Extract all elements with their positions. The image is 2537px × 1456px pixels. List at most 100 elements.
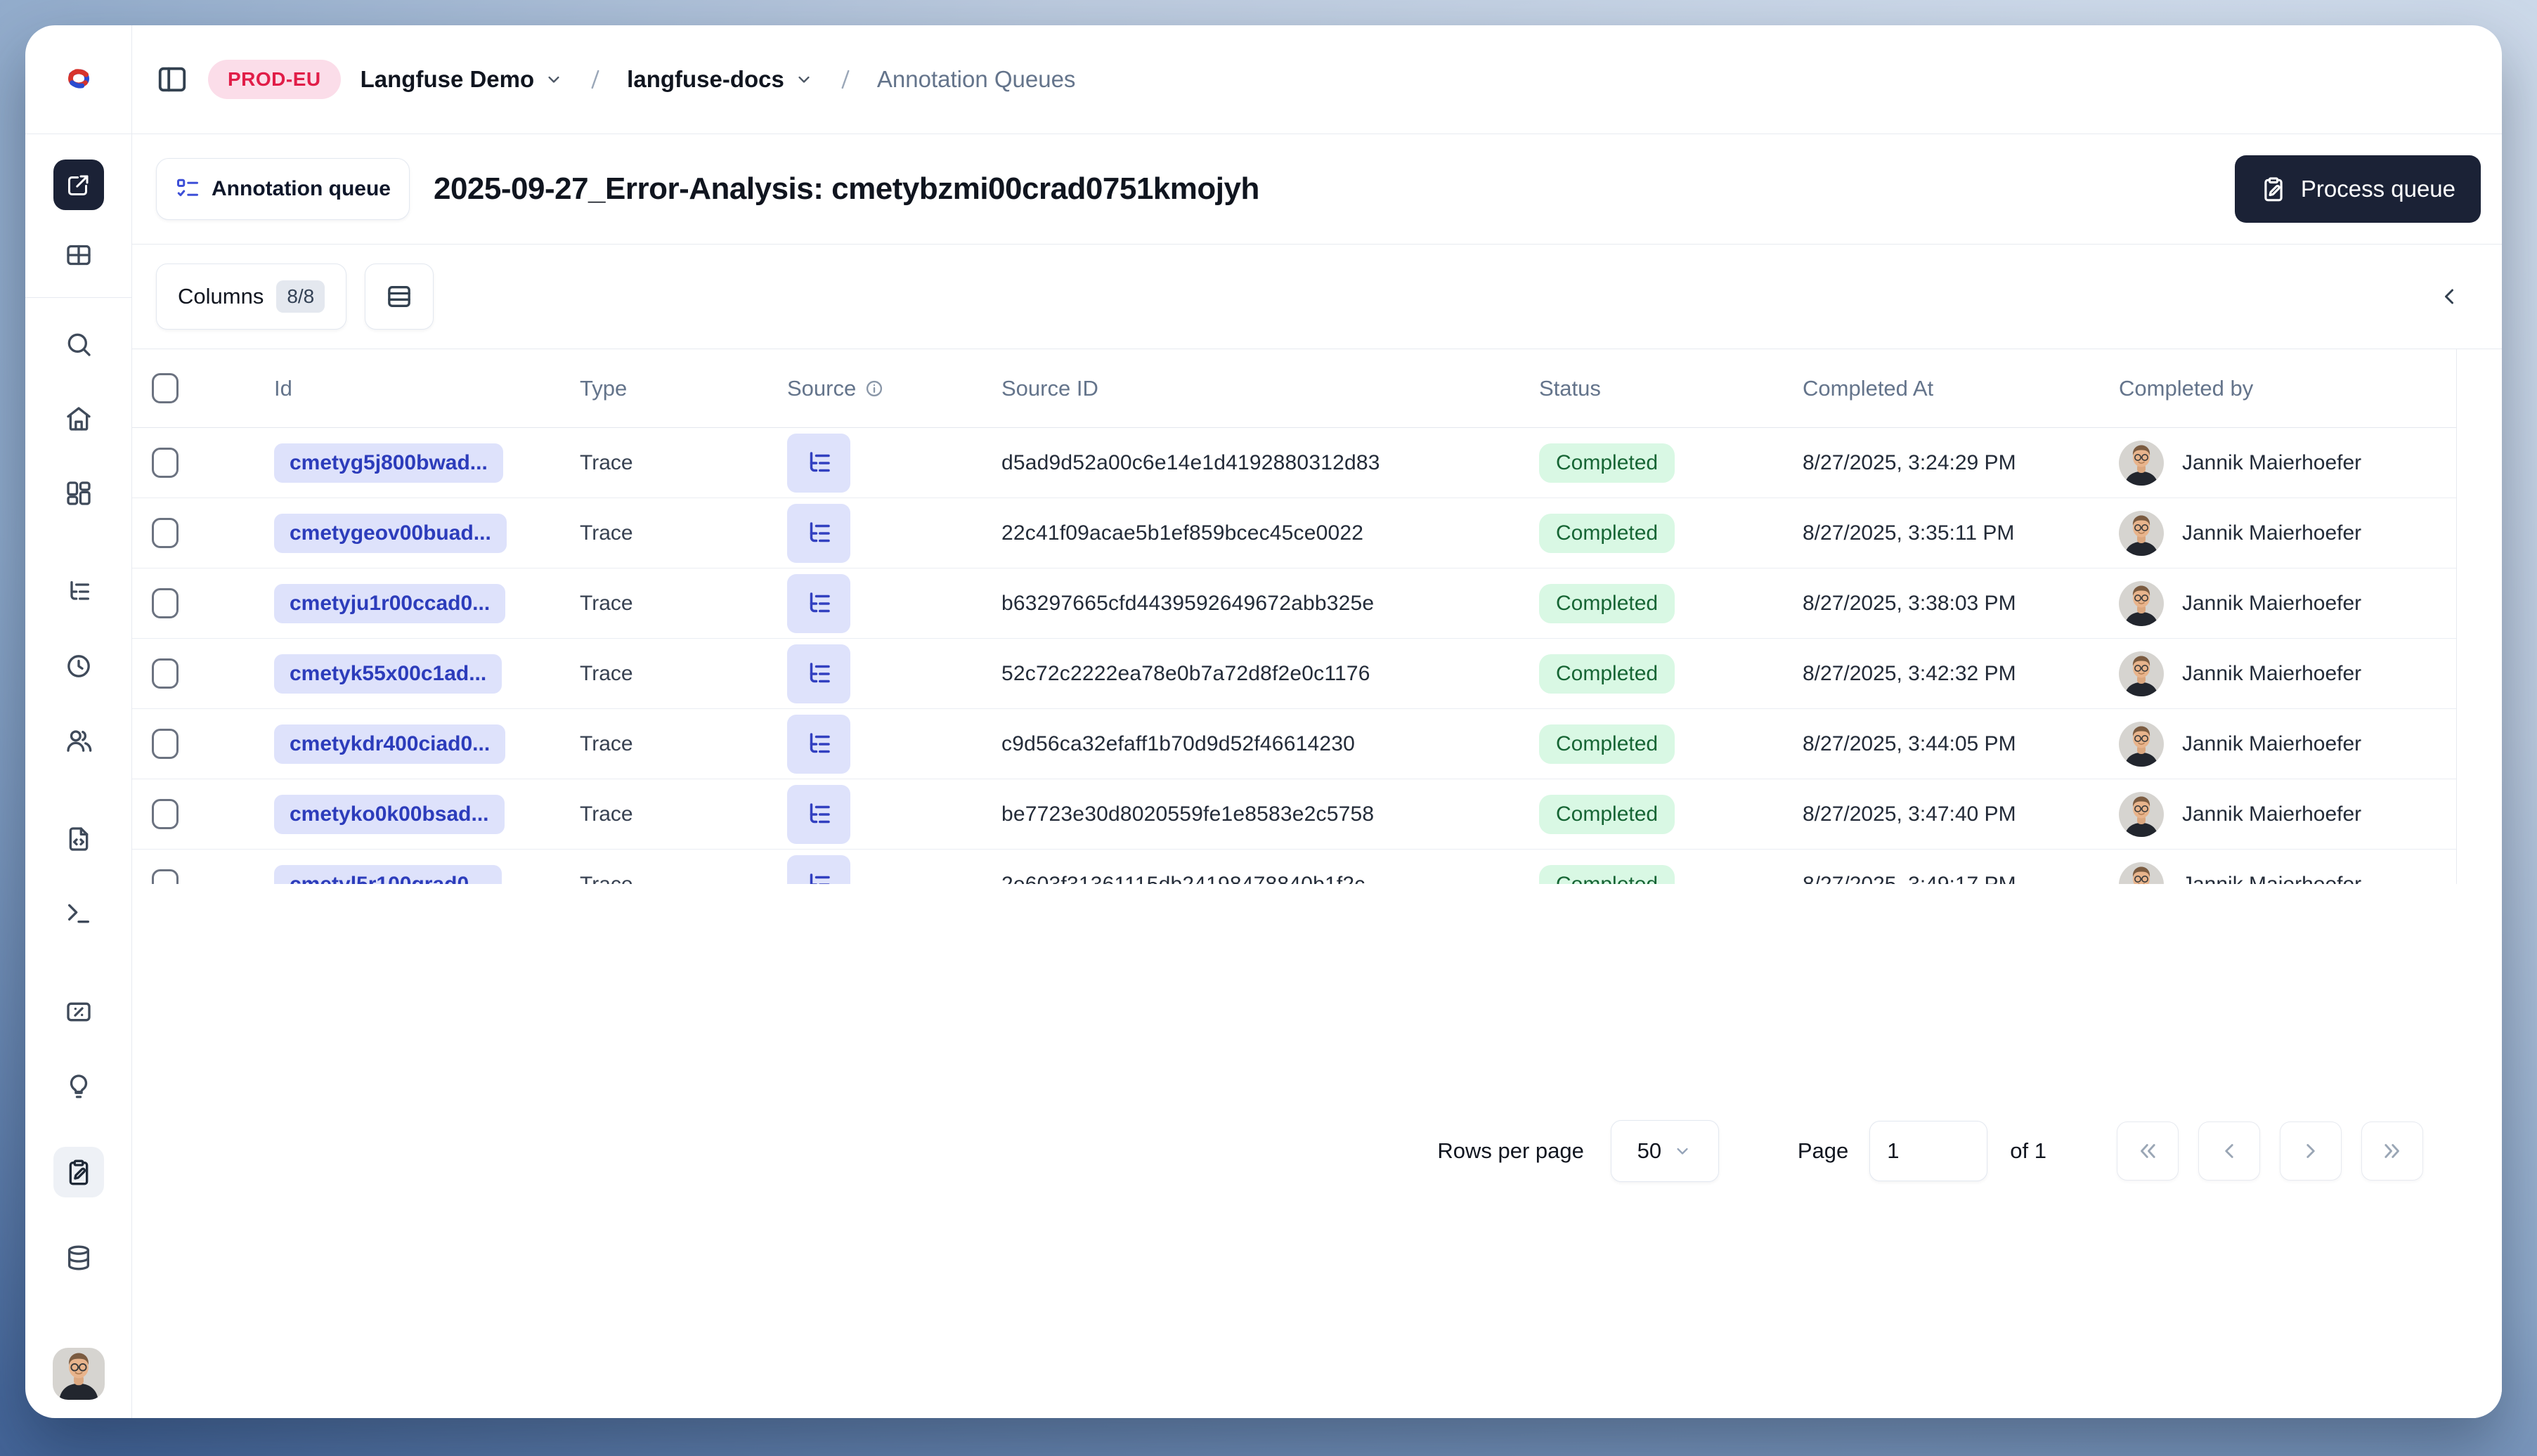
annotation-queue-table: Id Type Source Source ID Status Complete…: [132, 349, 2456, 1341]
source-trace-link[interactable]: [787, 784, 850, 844]
sidebar-top-section: [25, 134, 131, 298]
sidebar-item-search-icon[interactable]: [65, 330, 93, 358]
sidebar-group: [65, 578, 93, 755]
first-page-button[interactable]: [2117, 1121, 2179, 1181]
sidebar-item-file-code-icon[interactable]: [65, 825, 93, 853]
row-completed-at: 8/27/2025, 3:35:11 PM: [1803, 521, 2015, 545]
table-row: cmetykdr400ciad0... Trace c9d56ca32efaff1b…: [132, 709, 2456, 779]
rows-per-page-select[interactable]: 50: [1610, 1119, 1719, 1182]
row-height-button[interactable]: [365, 264, 434, 330]
column-header-type: Type: [580, 375, 628, 401]
avatar: [2119, 791, 2164, 837]
row-id-link[interactable]: cmetyko0k00bsad...: [274, 794, 505, 834]
source-trace-link[interactable]: [787, 503, 850, 563]
row-source-id: c9d56ca32efaff1b70d9d52f46614230: [1001, 732, 1355, 755]
list-todo-icon: [175, 176, 200, 202]
table-wrap: Id Type Source Source ID Status Complete…: [132, 349, 2502, 1341]
chevrons-left-icon: [2136, 1139, 2160, 1163]
org-switcher[interactable]: Langfuse Demo: [361, 66, 564, 93]
source-trace-link[interactable]: [787, 644, 850, 703]
row-id-link[interactable]: cmetygeov00buad...: [274, 513, 507, 553]
sidebar-item-eval-card-icon[interactable]: [65, 998, 93, 1026]
chevron-right-icon: [2299, 1139, 2323, 1163]
status-badge: Completed: [1539, 583, 1675, 623]
row-id-link[interactable]: cmetyg5j800bwad...: [274, 443, 503, 483]
row-checkbox[interactable]: [152, 448, 179, 478]
chevron-left-icon: [2217, 1139, 2241, 1163]
sidebar-item-grid-panels-icon[interactable]: [65, 241, 93, 269]
columns-button[interactable]: Columns 8/8: [156, 264, 347, 330]
page-label: Page: [1797, 1138, 1849, 1163]
avatar: [2119, 580, 2164, 626]
row-source-id: d5ad9d52a00c6e14e1d4192880312d83: [1001, 450, 1380, 474]
row-type: Trace: [580, 450, 633, 474]
sidebar-item-terminal-icon[interactable]: [65, 899, 93, 928]
topbar: PROD-EU Langfuse Demo langfuse-docs Anno…: [132, 25, 2502, 134]
status-badge: Completed: [1539, 654, 1675, 694]
sidebar-item-home-icon[interactable]: [65, 405, 93, 433]
row-id-link[interactable]: cmetykdr400ciad0...: [274, 724, 506, 764]
row-completed-at: 8/27/2025, 3:44:05 PM: [1803, 732, 2016, 755]
table-row: cmetyk55x00c1ad... Trace 52c72c2222ea78e0b…: [132, 639, 2456, 709]
collapse-panel-button[interactable]: [2430, 278, 2468, 316]
status-badge: Completed: [1539, 794, 1675, 834]
list-tree-icon: [804, 729, 833, 759]
list-tree-icon: [804, 589, 833, 618]
row-id-link[interactable]: cmetyk55x00c1ad...: [274, 654, 502, 694]
environment-badge: PROD-EU: [208, 60, 341, 99]
source-trace-link[interactable]: [787, 433, 850, 493]
sidebar: [25, 25, 132, 1418]
row-completed-at: 8/27/2025, 3:38:03 PM: [1803, 591, 2016, 615]
source-trace-link[interactable]: [787, 573, 850, 633]
list-tree-icon: [804, 448, 833, 478]
row-checkbox[interactable]: [152, 518, 179, 548]
user-avatar[interactable]: [52, 1348, 105, 1400]
sidebar-item-external-link-icon[interactable]: [53, 160, 104, 210]
sidebar-item-database-icon[interactable]: [65, 1244, 93, 1272]
column-header-completed-by: Completed by: [2119, 375, 2254, 401]
previous-page-button[interactable]: [2198, 1121, 2260, 1181]
row-checkbox[interactable]: [152, 799, 179, 829]
sidebar-toggle-icon[interactable]: [156, 63, 188, 96]
sidebar-item-list-tree-icon[interactable]: [65, 578, 93, 606]
clipboard-pen-icon: [2260, 176, 2287, 202]
process-queue-button[interactable]: Process queue: [2234, 155, 2481, 223]
avatar: [2119, 510, 2164, 556]
last-page-button[interactable]: [2361, 1121, 2423, 1181]
page-header: Annotation queue 2025-09-27_Error-Analys…: [132, 134, 2502, 245]
project-switcher[interactable]: langfuse-docs: [627, 66, 814, 93]
row-completed-at: 8/27/2025, 3:47:40 PM: [1803, 802, 2016, 826]
sidebar-group: [65, 330, 93, 507]
row-type: Trace: [580, 732, 633, 755]
row-id-link[interactable]: cmetyju1r00ccad0...: [274, 583, 506, 623]
rows-icon: [385, 282, 413, 311]
breadcrumb-current: Annotation Queues: [876, 66, 1076, 92]
row-source-id: 52c72c2222ea78e0b7a72d8f2e0c1176: [1001, 661, 1370, 685]
row-checkbox[interactable]: [152, 588, 179, 618]
row-completed-by: Jannik Maierhoefer: [2182, 802, 2362, 826]
sidebar-item-users-icon[interactable]: [65, 727, 93, 755]
page-number-input[interactable]: [1869, 1120, 1988, 1181]
list-tree-icon: [804, 800, 833, 829]
sidebar-item-dashboard-icon[interactable]: [65, 479, 93, 507]
sidebar-item-lightbulb-icon[interactable]: [65, 1072, 93, 1100]
queue-type-badge: Annotation queue: [156, 158, 410, 220]
row-source-id: b63297665cfd4439592649672abb325e: [1001, 591, 1375, 615]
list-tree-icon: [804, 519, 833, 548]
row-completed-by: Jannik Maierhoefer: [2182, 661, 2362, 685]
row-checkbox[interactable]: [152, 658, 179, 689]
sidebar-item-clipboard-pen-icon[interactable]: [53, 1147, 104, 1197]
source-trace-link[interactable]: [787, 714, 850, 774]
app-window: PROD-EU Langfuse Demo langfuse-docs Anno…: [25, 25, 2502, 1418]
sidebar-logo-area: [25, 25, 131, 134]
row-type: Trace: [580, 521, 633, 545]
rows-per-page-label: Rows per page: [1437, 1138, 1584, 1163]
sidebar-item-clock-icon[interactable]: [65, 652, 93, 680]
next-page-button[interactable]: [2280, 1121, 2342, 1181]
table-row: cmetyg5j800bwad... Trace d5ad9d52a00c6e14e…: [132, 428, 2456, 498]
row-checkbox[interactable]: [152, 729, 179, 759]
column-header-status: Status: [1539, 375, 1601, 401]
avatar: [2119, 651, 2164, 696]
chevron-down-icon: [544, 70, 564, 89]
select-all-checkbox[interactable]: [152, 373, 179, 403]
